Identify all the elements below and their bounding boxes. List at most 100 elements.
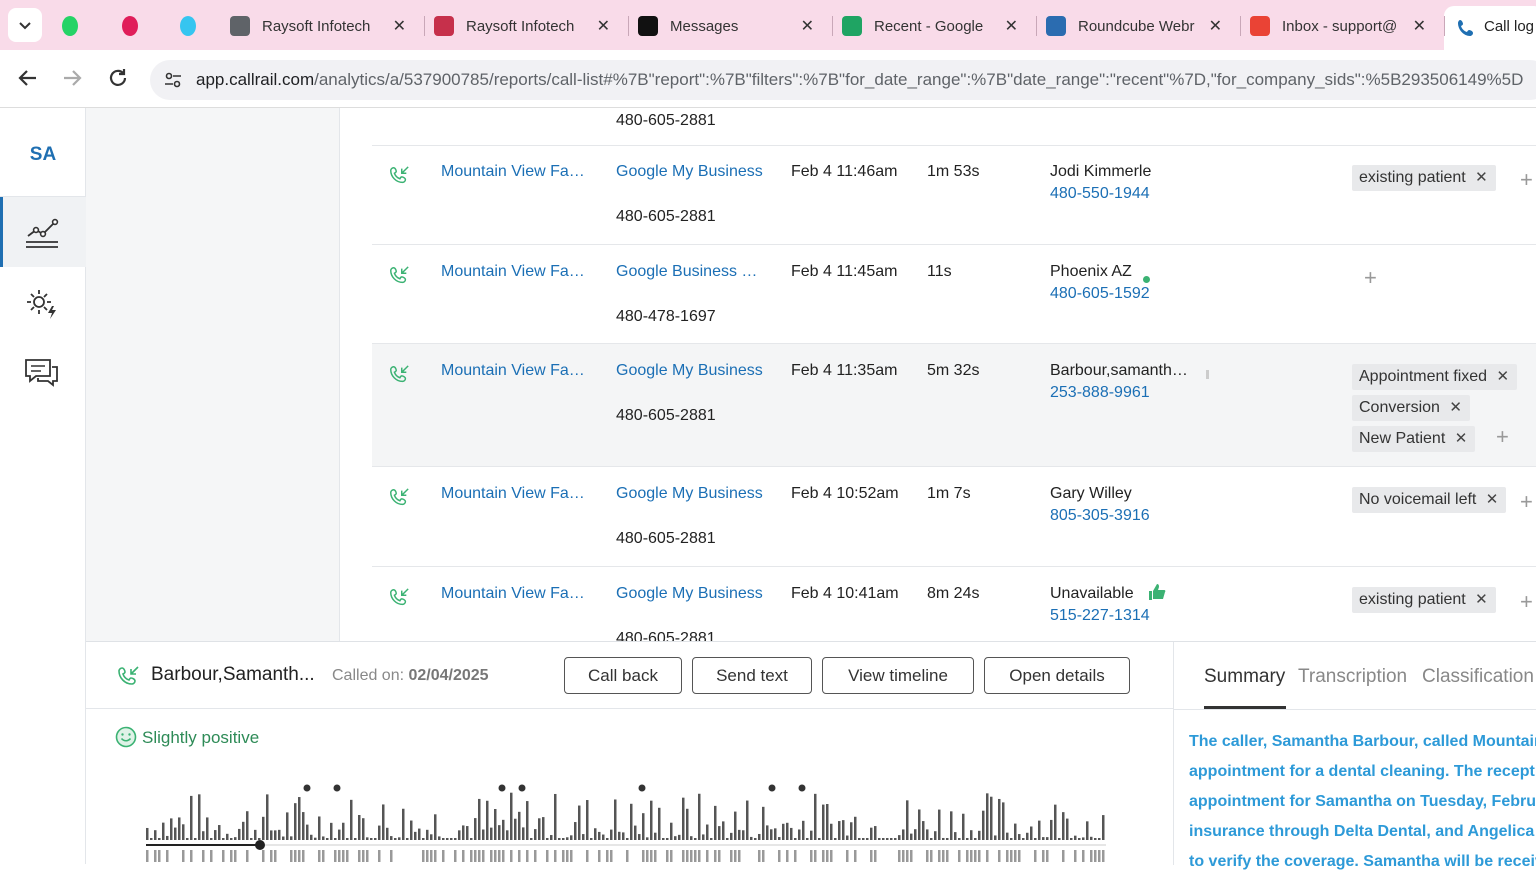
close-icon[interactable]: ✕ xyxy=(1209,16,1222,36)
speaker-marker[interactable] xyxy=(303,784,311,792)
browser-tab-5[interactable]: Messages ✕ xyxy=(638,10,828,42)
open-details-button[interactable]: Open details xyxy=(984,657,1130,694)
close-icon[interactable]: ✕ xyxy=(1005,16,1018,36)
close-icon[interactable]: ✕ xyxy=(597,16,610,36)
remove-tag-icon[interactable]: ✕ xyxy=(1475,165,1488,191)
table-row[interactable]: Mountain View Fa… Google My Business 480-6… xyxy=(372,467,1536,567)
back-arrow-icon[interactable] xyxy=(16,66,40,90)
reload-icon[interactable] xyxy=(106,66,130,90)
close-icon[interactable]: ✕ xyxy=(801,16,814,36)
waveform-bar xyxy=(898,850,901,862)
speaker-marker[interactable] xyxy=(518,784,526,792)
call-back-button[interactable]: Call back xyxy=(564,657,682,694)
source-link[interactable]: Google My Business xyxy=(616,485,763,503)
company-link[interactable]: Mountain View Fa… xyxy=(441,362,585,380)
forward-arrow-icon[interactable] xyxy=(60,66,84,90)
speaker-marker[interactable] xyxy=(333,784,341,792)
browser-tab-7[interactable]: Roundcube Webr ✕ xyxy=(1046,10,1236,42)
remove-tag-icon[interactable]: ✕ xyxy=(1449,395,1462,421)
waveform-bar xyxy=(746,800,749,840)
waveform-bar xyxy=(438,836,441,840)
table-row[interactable]: Mountain View Fa… Google My Business 480-6… xyxy=(372,567,1536,641)
add-tag-icon[interactable]: + xyxy=(1520,167,1533,193)
tab-classification[interactable]: Classification xyxy=(1422,666,1534,688)
waveform-bar xyxy=(334,850,337,862)
add-tag-icon[interactable]: + xyxy=(1364,265,1377,291)
tab-call-log[interactable]: Call log xyxy=(1444,6,1536,50)
source-link[interactable]: Google My Business xyxy=(616,163,763,181)
waveform-bar xyxy=(814,793,817,840)
call-date: Feb 4 11:46am xyxy=(791,163,898,180)
company-link[interactable]: Mountain View Fa… xyxy=(441,163,585,181)
close-icon[interactable]: ✕ xyxy=(393,16,406,36)
caller-phone[interactable]: 515-227-1314 xyxy=(1050,607,1150,625)
source-link[interactable]: Google My Business xyxy=(616,362,763,380)
table-row[interactable]: Mountain View Fa… Google Business … 480-47… xyxy=(372,245,1536,344)
tag-label: Appointment fixed xyxy=(1359,368,1488,385)
waveform-bar xyxy=(974,850,977,862)
add-tag-icon[interactable]: + xyxy=(1496,424,1509,450)
caller-phone[interactable]: 480-550-1944 xyxy=(1050,185,1150,203)
speaker-marker[interactable] xyxy=(638,784,646,792)
view-timeline-button[interactable]: View timeline xyxy=(822,657,974,694)
waveform-bar xyxy=(230,850,233,862)
caller-name: Phoenix AZ xyxy=(1050,263,1132,280)
caller-phone[interactable]: 805-305-3916 xyxy=(1050,507,1150,525)
browser-tab-6[interactable]: Recent - Google ✕ xyxy=(842,10,1032,42)
table-row[interactable]: Mountain View Fa… Google My Business 480-6… xyxy=(372,344,1536,467)
browser-tab-8[interactable]: Inbox - support@ ✕ xyxy=(1250,10,1440,42)
waveform-bar xyxy=(802,820,805,840)
audio-waveform[interactable] xyxy=(141,782,1121,862)
waveform-bar xyxy=(514,818,517,840)
waveform-bar xyxy=(694,850,697,862)
waveform-bar xyxy=(690,836,693,840)
add-tag-icon[interactable]: + xyxy=(1520,589,1533,615)
speaker-marker[interactable] xyxy=(798,784,806,792)
browser-tab-3[interactable]: Raysoft Infotech ✕ xyxy=(230,10,420,42)
waveform-bar xyxy=(838,821,841,840)
sidebar-item-analytics[interactable] xyxy=(0,197,86,267)
waveform-bar xyxy=(682,797,685,840)
browser-tab-0[interactable] xyxy=(62,10,90,42)
waveform-bar xyxy=(1018,834,1021,840)
company-link[interactable]: Mountain View Fa… xyxy=(441,485,585,503)
caller-phone[interactable]: 480-605-1592 xyxy=(1050,285,1150,303)
company-link[interactable]: Mountain View Fa… xyxy=(441,263,585,281)
address-bar[interactable]: app.callrail.com/analytics/a/537900785/r… xyxy=(150,60,1536,100)
waveform-bar xyxy=(290,850,293,862)
speaker-marker[interactable] xyxy=(768,784,776,792)
source-link[interactable]: Google Business … xyxy=(616,263,757,281)
remove-tag-icon[interactable]: ✕ xyxy=(1486,487,1499,513)
sidebar-item-conversations[interactable] xyxy=(0,350,86,400)
tag-badge: Conversion ✕ xyxy=(1352,395,1470,421)
add-tag-icon[interactable]: + xyxy=(1520,489,1533,515)
table-row[interactable]: Mountain View Fa… Google My Business 480-6… xyxy=(372,145,1536,245)
source-link[interactable]: Google My Business xyxy=(616,585,763,603)
speaker-marker[interactable] xyxy=(498,784,506,792)
tab-summary[interactable]: Summary xyxy=(1204,666,1285,688)
waveform-bar xyxy=(302,812,305,840)
summary-line: insurance through Delta Dental, and Ange… xyxy=(1189,823,1536,840)
browser-tab-1[interactable] xyxy=(122,10,150,42)
status-dot xyxy=(1143,276,1150,283)
remove-tag-icon[interactable]: ✕ xyxy=(1455,426,1468,452)
browser-tab-4[interactable]: Raysoft Infotech ✕ xyxy=(434,10,624,42)
company-link[interactable]: Mountain View Fa… xyxy=(441,585,585,603)
waveform-bar xyxy=(498,850,501,862)
waveform-bar xyxy=(478,798,481,840)
remove-tag-icon[interactable]: ✕ xyxy=(1497,364,1510,390)
tab-separator xyxy=(832,16,833,36)
tab-search-button[interactable] xyxy=(8,8,42,42)
account-avatar[interactable]: SA xyxy=(0,144,86,166)
caller-phone[interactable]: 253-888-9961 xyxy=(1050,384,1150,402)
send-text-button[interactable]: Send text xyxy=(692,657,812,694)
remove-tag-icon[interactable]: ✕ xyxy=(1475,587,1488,613)
sidebar-item-settings[interactable] xyxy=(0,280,86,330)
browser-tab-2[interactable] xyxy=(180,10,208,42)
tab-transcription[interactable]: Transcription xyxy=(1298,666,1407,688)
close-icon[interactable]: ✕ xyxy=(1413,16,1426,36)
waveform-bar xyxy=(274,850,277,862)
playhead[interactable] xyxy=(255,840,265,850)
site-info-icon[interactable] xyxy=(163,70,183,90)
waveform-bar xyxy=(202,831,205,840)
